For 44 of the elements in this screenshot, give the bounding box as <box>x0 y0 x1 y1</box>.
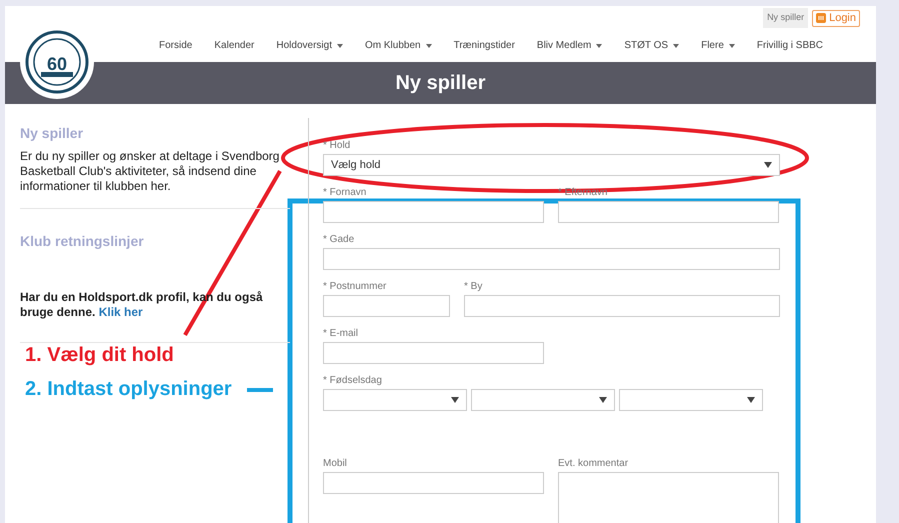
field-label: * Postnummer <box>323 281 386 293</box>
input-field[interactable] <box>323 201 544 223</box>
team-select[interactable]: Vælg hold <box>323 154 780 176</box>
klik-her-link[interactable]: Klik her <box>98 305 143 319</box>
login-icon <box>816 13 826 23</box>
field-label: * Hold <box>323 140 350 152</box>
caret-icon <box>599 397 607 403</box>
caret-icon <box>451 397 459 403</box>
nav-link[interactable]: STØT OS <box>624 38 680 53</box>
nav-link[interactable]: Om Klubben <box>364 38 432 53</box>
annotation-text: 1. Vælg dit hold <box>25 343 174 368</box>
section-heading: Klub retningslinjer <box>20 232 144 251</box>
field-label: * Fornavn <box>323 187 366 199</box>
nav-link[interactable]: Træningstider <box>454 38 515 53</box>
field-label: Mobil <box>323 458 347 470</box>
date-select[interactable] <box>323 389 467 411</box>
field-label: Evt. kommentar <box>558 458 628 470</box>
section-text: Er du ny spiller og ønsker at deltage i Svendborg Basketball Club's aktiviteter, så indsend dine informationer til klubben her. <box>20 149 280 194</box>
field-label: * Gade <box>323 234 354 246</box>
nav-link[interactable]: Kalender <box>214 38 254 53</box>
nav-link[interactable]: Holdoversigt <box>276 38 343 53</box>
input-field[interactable] <box>323 342 544 364</box>
nav-link[interactable]: Flere <box>701 38 735 53</box>
field-label: * By <box>464 281 482 293</box>
annotation-text: 2. Indtast oplysninger <box>25 377 232 402</box>
input-field[interactable] <box>464 295 780 317</box>
nav-link[interactable]: Bliv Medlem <box>536 38 602 53</box>
input-field[interactable] <box>323 248 780 270</box>
annotation-dash <box>247 388 273 392</box>
date-select[interactable] <box>619 389 763 411</box>
nav-link[interactable]: Frivillig i SBBC <box>756 38 824 53</box>
input-field[interactable] <box>323 295 450 317</box>
page-title: Ny spiller <box>395 71 486 96</box>
field-label: * E-mail <box>323 328 358 340</box>
input-field[interactable] <box>558 201 779 223</box>
nav-link[interactable]: Forside <box>159 38 192 53</box>
section-heading: Ny spiller <box>20 124 84 143</box>
date-select[interactable] <box>471 389 615 411</box>
caret-icon <box>747 397 755 403</box>
field-label: * Fødselsdag <box>323 375 382 387</box>
input-field[interactable] <box>323 472 544 494</box>
caret-icon <box>764 162 772 168</box>
logo-badge-drawing: 60 <box>25 30 89 94</box>
top-link[interactable]: Ny spiller <box>763 8 808 28</box>
